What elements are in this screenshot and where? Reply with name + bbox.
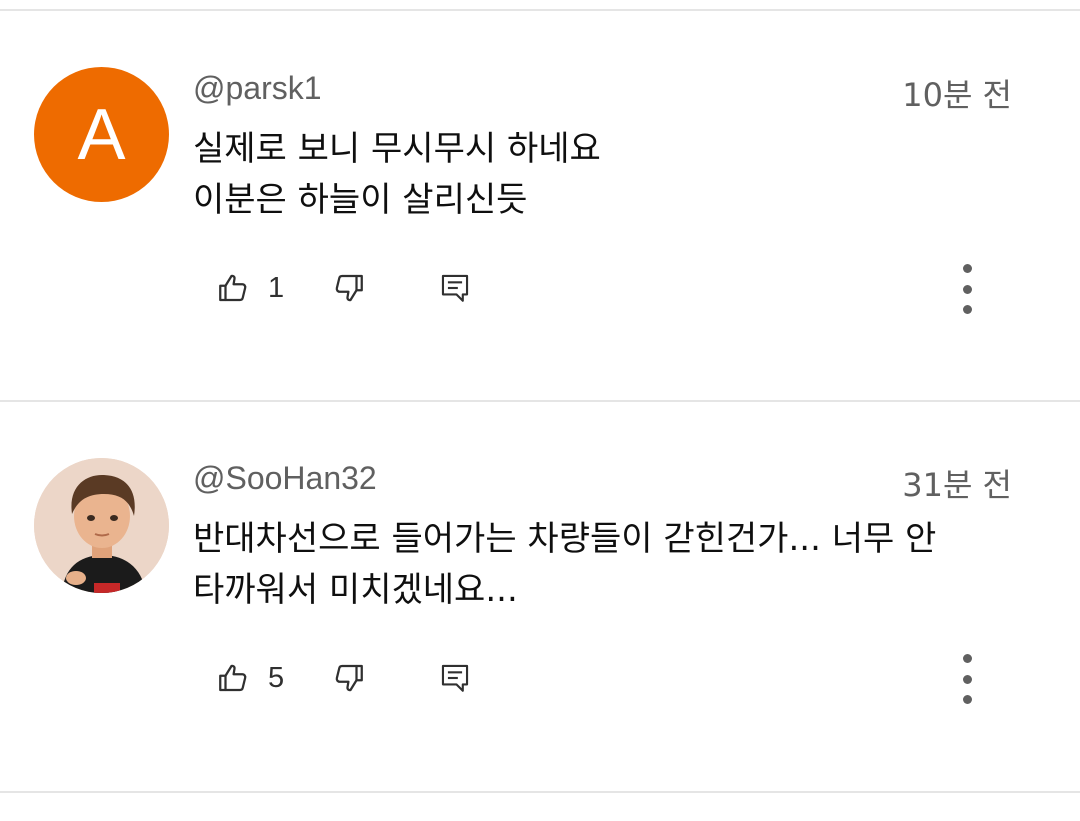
comment-actions: 1 bbox=[214, 268, 474, 308]
divider-top bbox=[0, 9, 1080, 11]
thumb-down-icon[interactable] bbox=[330, 659, 368, 697]
comment-author[interactable]: @parsk1 bbox=[193, 70, 322, 107]
menu-dot bbox=[962, 264, 972, 273]
menu-dot bbox=[962, 695, 972, 704]
comment-item: @SooHan32 31분 전 반대차선으로 들어가는 차량들이 갇힌건가...… bbox=[0, 402, 1080, 792]
comment-actions: 5 bbox=[214, 658, 474, 698]
avatar-image bbox=[34, 458, 169, 593]
like-count: 1 bbox=[268, 271, 285, 304]
reply-icon[interactable] bbox=[436, 269, 474, 307]
comment-text: 실제로 보니 무시무시 하네요 이분은 하늘이 살리신듯 bbox=[193, 124, 1020, 226]
menu-dot bbox=[962, 305, 972, 314]
comment-item: A @parsk1 10분 전 실제로 보니 무시무시 하네요 이분은 하늘이 … bbox=[0, 12, 1080, 402]
reply-icon[interactable] bbox=[436, 659, 474, 697]
comment-text: 반대차선으로 들어가는 차량들이 갇힌건가... 너무 안 타까워서 미치겠네요… bbox=[193, 514, 1020, 616]
comment-author[interactable]: @SooHan32 bbox=[193, 460, 377, 497]
more-vertical-icon[interactable] bbox=[950, 264, 984, 314]
avatar[interactable]: A bbox=[34, 67, 169, 202]
comment-text-line: 반대차선으로 들어가는 차량들이 갇힌건가... 너무 안 bbox=[193, 519, 937, 559]
comment-text-line: 실제로 보니 무시무시 하네요 bbox=[193, 129, 601, 169]
like-count: 5 bbox=[268, 661, 285, 694]
menu-dot bbox=[962, 654, 972, 663]
thumb-up-icon[interactable] bbox=[214, 269, 252, 307]
comment-timestamp: 31분 전 bbox=[902, 466, 1012, 504]
menu-dot bbox=[962, 284, 972, 294]
comment-text-line: 이분은 하늘이 살리신듯 bbox=[193, 180, 528, 220]
menu-dot bbox=[962, 674, 972, 684]
avatar[interactable] bbox=[34, 458, 169, 593]
thumb-down-icon[interactable] bbox=[330, 269, 368, 307]
comment-timestamp: 10분 전 bbox=[902, 76, 1012, 114]
avatar-letter: A bbox=[77, 94, 126, 175]
comment-text-line: 타까워서 미치겠네요... bbox=[193, 570, 518, 610]
thumb-up-icon[interactable] bbox=[214, 659, 252, 697]
more-vertical-icon[interactable] bbox=[950, 654, 984, 704]
divider-bottom bbox=[0, 791, 1080, 793]
